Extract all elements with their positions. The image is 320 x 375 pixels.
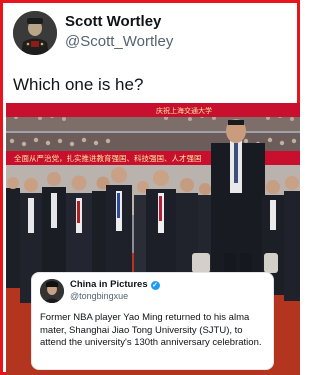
author-handle[interactable]: @Scott_Wortley — [65, 33, 173, 50]
quoted-avatar-portrait-icon — [40, 279, 64, 303]
banner-text-upper: 庆祝上海交通大学 — [156, 106, 212, 115]
verified-check-icon: ✓ — [150, 281, 160, 290]
quoted-post-text: Former NBA player Yao Ming returned to h… — [40, 312, 262, 348]
tweet-text: Which one is he? — [13, 75, 144, 94]
quoted-author-name-text[interactable]: China in Pictures — [70, 279, 148, 290]
quoted-post[interactable]: China in Pictures ✓ @tongbingxue Former N… — [31, 272, 274, 370]
tweet-header: Scott Wortley @Scott_Wortley — [13, 11, 293, 55]
quoted-author-name[interactable]: China in Pictures ✓ — [70, 279, 160, 290]
author-name[interactable]: Scott Wortley — [65, 13, 161, 30]
quoted-author-avatar[interactable] — [40, 279, 64, 303]
post-frame: Scott Wortley @Scott_Wortley Which one i… — [0, 0, 300, 375]
avatar-portrait-icon — [13, 11, 57, 55]
banner-upper — [6, 103, 300, 117]
author-avatar[interactable] — [13, 11, 57, 55]
banner-text-main: 全面从严治党，扎实推进教育强国、科技强国、人才强国 — [14, 153, 202, 163]
quoted-author-handle[interactable]: @tongbingxue — [70, 291, 128, 301]
